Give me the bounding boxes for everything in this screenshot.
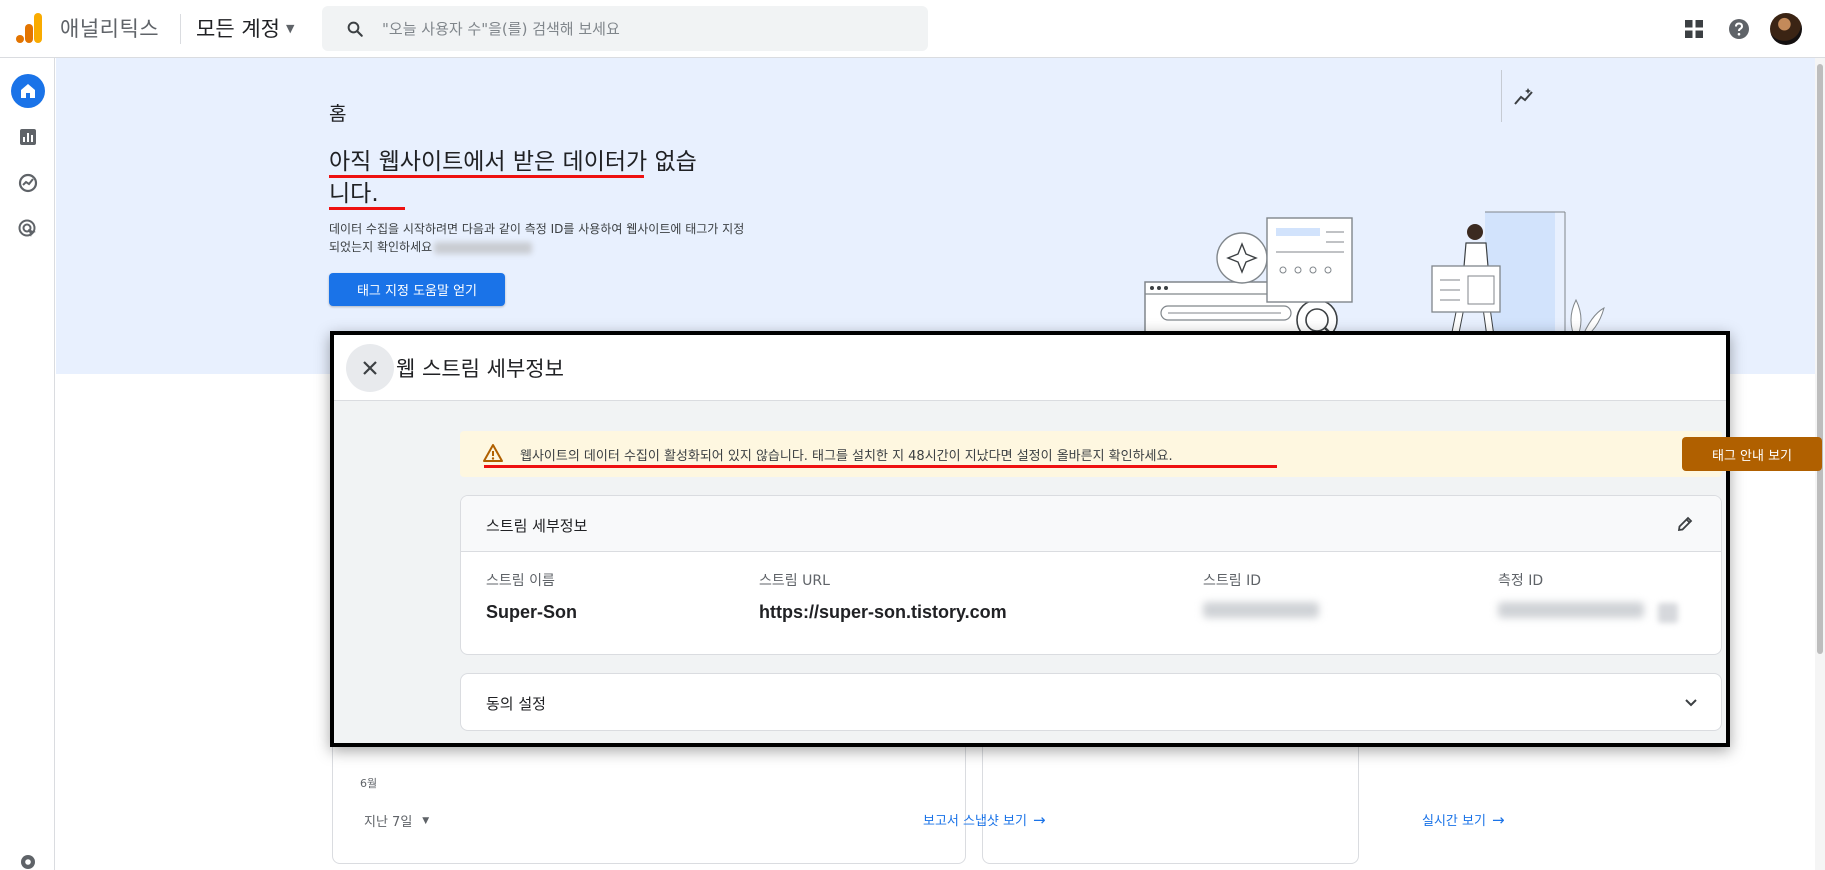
stream-url-value: https://super-son.tistory.com [759, 602, 1007, 622]
arrow-right-icon: → [1491, 810, 1505, 829]
explore-icon[interactable] [11, 166, 45, 200]
measurement-id-value [1498, 602, 1678, 624]
redacted-measurement-id [434, 241, 533, 254]
stream-details-header: 스트림 세부정보 [461, 496, 1721, 552]
redacted-stream-id [1203, 602, 1319, 618]
consent-settings-title: 동의 설정 [486, 695, 546, 713]
stream-id-value [1203, 602, 1319, 623]
search-bar[interactable] [322, 6, 928, 51]
copy-icon[interactable] [1658, 603, 1678, 624]
advertising-icon[interactable] [11, 212, 45, 246]
avatar[interactable] [1770, 13, 1802, 45]
home-icon[interactable] [11, 74, 45, 108]
insights-icon[interactable] [1509, 82, 1539, 112]
view-tag-instructions-button[interactable]: 태그 안내 보기 [1682, 437, 1822, 471]
dialog-header: 웹 스트림 세부정보 [334, 335, 1726, 401]
no-data-description: 데이터 수집을 시작하려면 다음과 같이 측정 ID를 사용하여 웹사이트에 태… [329, 220, 749, 256]
redacted-measurement-id [1498, 602, 1644, 618]
measurement-id-label: 측정 ID [1498, 573, 1544, 589]
stream-name-field: 스트림 이름 Super-Son [486, 570, 577, 623]
no-data-description-text: 데이터 수집을 시작하려면 다음과 같이 측정 ID를 사용하여 웹사이트에 태… [329, 222, 745, 254]
tagging-help-button[interactable]: 태그 지정 도움말 얻기 [329, 273, 505, 306]
consent-settings-card[interactable]: 동의 설정 [460, 673, 1722, 731]
stream-details-card: 스트림 세부정보 스트림 이름 Super-Son 스트림 URL https:… [460, 495, 1722, 655]
annotation-underline [329, 175, 644, 178]
dialog-title: 웹 스트림 세부정보 [396, 357, 564, 381]
top-divider [180, 14, 181, 44]
x-month-label: 6월 [360, 777, 378, 790]
data-collection-warning: 웹사이트의 데이터 수집이 활성화되어 있지 않습니다. 태그를 설치한 지 4… [460, 431, 1822, 477]
date-range-label: 지난 7일 [364, 815, 413, 830]
account-switcher[interactable]: 모든 계정 ▼ [196, 10, 294, 46]
no-data-heading: 아직 웹사이트에서 받은 데이터가 없습니다. [329, 149, 697, 207]
help-icon[interactable] [1724, 14, 1754, 44]
hero-banner: 홈 아직 웹사이트에서 받은 데이터가 없습니다. 데이터 수집을 시작하려면 … [56, 58, 1825, 380]
stream-id-field: 스트림 ID [1203, 570, 1319, 623]
page-title: 홈 [329, 103, 347, 125]
stream-details-title: 스트림 세부정보 [486, 517, 588, 535]
view-realtime-link[interactable]: 실시간 보기 → [1422, 810, 1505, 830]
measurement-id-field: 측정 ID [1498, 570, 1678, 624]
warning-message: 웹사이트의 데이터 수집이 활성화되어 있지 않습니다. 태그를 설치한 지 4… [520, 449, 1173, 464]
stream-url-field: 스트림 URL https://super-son.tistory.com [759, 570, 1007, 623]
stream-name-label: 스트림 이름 [486, 573, 555, 589]
settings-icon[interactable] [18, 852, 38, 870]
caret-down-icon: ▼ [422, 815, 430, 826]
top-bar: 애널리틱스 모든 계정 ▼ [0, 0, 1825, 58]
analytics-logo-icon[interactable] [16, 13, 42, 43]
annotation-underline [329, 207, 405, 210]
app-name: 애널리틱스 [60, 17, 160, 41]
chevron-down-icon[interactable] [1683, 694, 1699, 710]
close-button[interactable] [346, 344, 394, 392]
warning-icon [483, 444, 503, 462]
close-icon [363, 361, 377, 375]
date-range-dropdown[interactable]: 지난 7일 ▼ [364, 811, 429, 830]
scrollbar-thumb[interactable] [1817, 64, 1823, 654]
reports-icon[interactable] [11, 120, 45, 154]
arrow-right-icon: → [1032, 810, 1046, 829]
search-input[interactable] [382, 19, 902, 38]
search-icon [347, 21, 363, 37]
stream-name-value: Super-Son [486, 602, 578, 622]
annotation-underline [484, 465, 1277, 468]
view-snapshot-label: 보고서 스냅샷 보기 [923, 814, 1027, 829]
web-stream-details-dialog: 웹 스트림 세부정보 웹사이트의 데이터 수집이 활성화되어 있지 않습니다. … [330, 331, 1822, 747]
caret-down-icon: ▼ [285, 21, 295, 35]
stream-url-label: 스트림 URL [759, 573, 830, 589]
hero-divider [1501, 70, 1502, 122]
view-snapshot-link[interactable]: 보고서 스냅샷 보기 → [923, 810, 1046, 830]
account-switcher-label: 모든 계정 [196, 17, 280, 41]
edit-icon[interactable] [1673, 512, 1697, 536]
apps-grid-icon[interactable] [1679, 14, 1709, 44]
left-nav-rail [0, 58, 55, 870]
view-realtime-label: 실시간 보기 [1422, 814, 1486, 829]
stream-id-label: 스트림 ID [1203, 573, 1261, 589]
